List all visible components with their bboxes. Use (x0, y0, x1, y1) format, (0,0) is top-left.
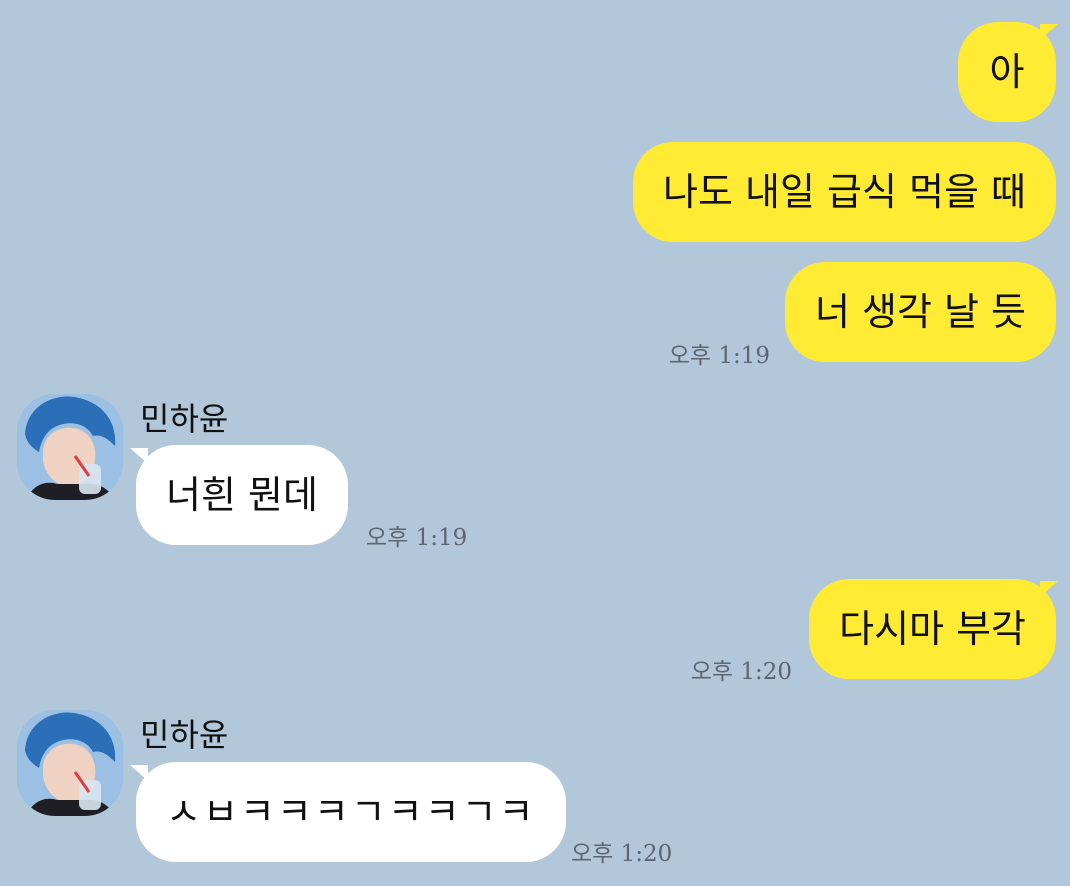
message-text: 아 (989, 50, 1025, 94)
bubble-tail (1040, 24, 1058, 40)
message-text: 너 생각 날 듯 (814, 290, 1026, 334)
my-message-bubble[interactable]: 다시마 부각 (809, 579, 1056, 679)
other-message-bubble[interactable]: ㅅㅂㅋㅋㅋㄱㅋㅋㄱㅋ (136, 762, 566, 862)
avatar-photo-icon (17, 710, 123, 816)
message-timestamp: 오후 1:19 (366, 525, 468, 551)
profile-avatar[interactable] (17, 394, 123, 500)
message-text: 나도 내일 급식 먹을 때 (663, 170, 1026, 214)
sender-name: 민하윤 (140, 716, 229, 754)
message-text: 다시마 부각 (839, 607, 1026, 651)
message-text: ㅅㅂㅋㅋㅋㄱㅋㅋㄱㅋ (166, 790, 536, 834)
profile-avatar[interactable] (17, 710, 123, 816)
message-timestamp: 오후 1:20 (571, 841, 673, 867)
message-timestamp: 오후 1:20 (690, 659, 792, 685)
avatar-photo-icon (17, 394, 123, 500)
message-text: 너흰 뭔데 (166, 473, 318, 517)
message-timestamp: 오후 1:19 (668, 343, 770, 369)
chat-area: 아 나도 내일 급식 먹을 때 너 생각 날 듯 오후 1:19 민하윤 너흰 … (0, 0, 1070, 886)
my-message-bubble[interactable]: 너 생각 날 듯 (784, 262, 1056, 362)
my-message-bubble[interactable]: 나도 내일 급식 먹을 때 (633, 142, 1056, 242)
other-message-bubble[interactable]: 너흰 뭔데 (136, 445, 348, 545)
sender-name: 민하윤 (140, 400, 229, 438)
